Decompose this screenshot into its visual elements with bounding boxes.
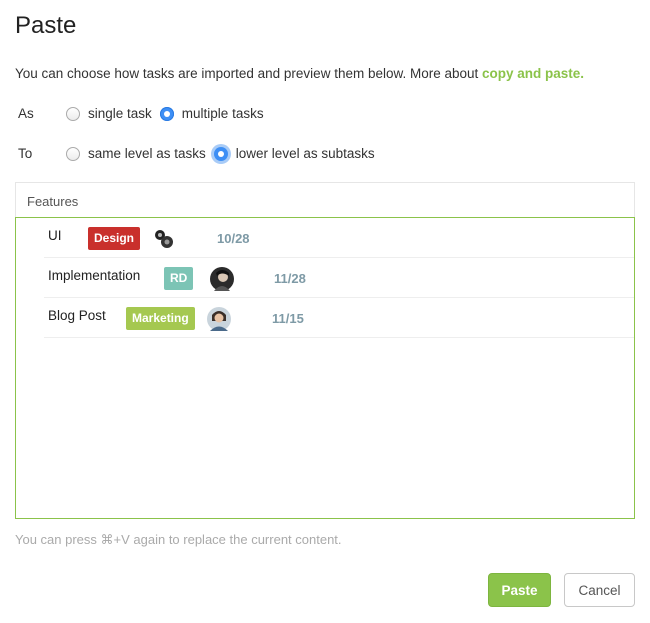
assignee-avatar-icon <box>210 267 234 291</box>
paste-button[interactable]: Paste <box>488 573 551 607</box>
to-option-group: To same level as tasks lower level as su… <box>18 146 383 161</box>
task-row-implementation[interactable]: Implementation RD 11/28 <box>44 258 634 298</box>
avatar <box>210 267 234 291</box>
intro-description: You can choose how tasks are imported an… <box>15 66 483 81</box>
dialog-title: Paste <box>15 12 77 39</box>
multiple-tasks-label: multiple tasks <box>181 106 264 121</box>
same-level-label: same level as tasks <box>88 146 206 161</box>
paste-hint: You can press ⌘+V again to replace the c… <box>15 532 342 547</box>
same-level-option[interactable]: same level as tasks <box>66 146 206 161</box>
cancel-button[interactable]: Cancel <box>564 573 635 607</box>
same-level-radio[interactable] <box>66 146 80 161</box>
as-label: As <box>18 106 34 121</box>
to-label: To <box>18 146 33 161</box>
as-option-group: As single task multiple tasks <box>18 106 272 121</box>
task-row-ui[interactable]: UI Design 10/28 <box>44 218 634 258</box>
avatar <box>152 227 176 251</box>
task-row-blog-post[interactable]: Blog Post Marketing 11/15 <box>44 298 634 338</box>
single-task-option[interactable]: single task <box>66 106 152 121</box>
intro-text: You can choose how tasks are imported an… <box>15 66 584 81</box>
multiple-tasks-radio[interactable] <box>159 106 174 121</box>
task-badge: RD <box>164 267 194 290</box>
single-task-label: single task <box>88 106 152 121</box>
single-task-radio[interactable] <box>66 106 80 121</box>
task-due-date: 11/28 <box>274 271 306 286</box>
assignee-avatar-icon <box>207 307 231 331</box>
task-badge: Marketing <box>126 307 195 330</box>
task-due-date: 11/15 <box>272 311 304 326</box>
task-name: UI <box>48 228 62 243</box>
lower-level-label: lower level as subtasks <box>235 146 375 161</box>
multiple-tasks-option[interactable]: multiple tasks <box>159 106 264 121</box>
lower-level-option[interactable]: lower level as subtasks <box>213 146 375 161</box>
task-name: Implementation <box>48 268 141 283</box>
preview-header: Features <box>15 182 635 218</box>
copy-paste-link[interactable]: copy and paste. <box>482 66 584 81</box>
preview-panel[interactable]: UI Design 10/28 Implementation RD 11/28 <box>15 217 635 519</box>
task-badge: Design <box>88 227 141 250</box>
task-due-date: 10/28 <box>217 231 250 246</box>
avatar <box>207 307 231 331</box>
task-name: Blog Post <box>48 308 106 323</box>
lower-level-radio[interactable] <box>213 146 228 161</box>
assignee-avatar-icon <box>152 227 176 251</box>
